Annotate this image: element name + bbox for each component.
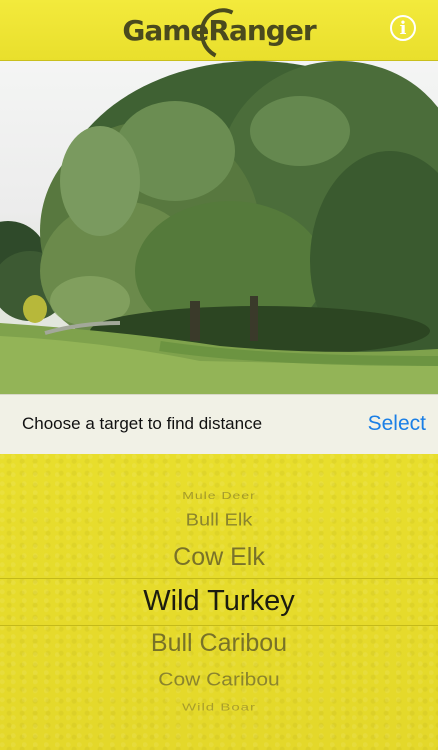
picker-item-wild-boar[interactable]: Wild Boar — [0, 702, 438, 714]
logo-arc-icon — [192, 0, 256, 67]
info-icon[interactable]: i — [390, 15, 416, 41]
picker-item-cow-caribou[interactable]: Cow Caribou — [0, 669, 438, 691]
instruction-bar: Choose a target to find distance Select — [0, 394, 438, 455]
target-picker[interactable]: Mule Deer Bull Elk Cow Elk Wild Turkey B… — [0, 454, 438, 750]
app-header: Game Ranger i — [0, 0, 438, 67]
info-glyph: i — [399, 17, 407, 39]
camera-view-image — [0, 61, 438, 394]
logo-game-text: Game — [122, 13, 209, 47]
landscape-photo — [0, 61, 438, 394]
picker-item-bull-elk[interactable]: Bull Elk — [0, 510, 438, 531]
gameranger-logo: Game Ranger — [0, 0, 438, 67]
picker-item-selected[interactable]: Wild Turkey — [0, 585, 438, 618]
picker-item-cow-elk[interactable]: Cow Elk — [0, 543, 438, 572]
logo-ranger-text: Ranger — [192, 0, 317, 67]
instruction-text: Choose a target to find distance — [22, 414, 263, 433]
picker-selection-bottom-line — [0, 625, 438, 626]
picker-selection-top-line — [0, 578, 438, 579]
picker-item-bull-caribou[interactable]: Bull Caribou — [0, 629, 438, 658]
picker-item-mule-deer[interactable]: Mule Deer — [0, 489, 438, 501]
select-button[interactable]: Select — [368, 412, 426, 436]
